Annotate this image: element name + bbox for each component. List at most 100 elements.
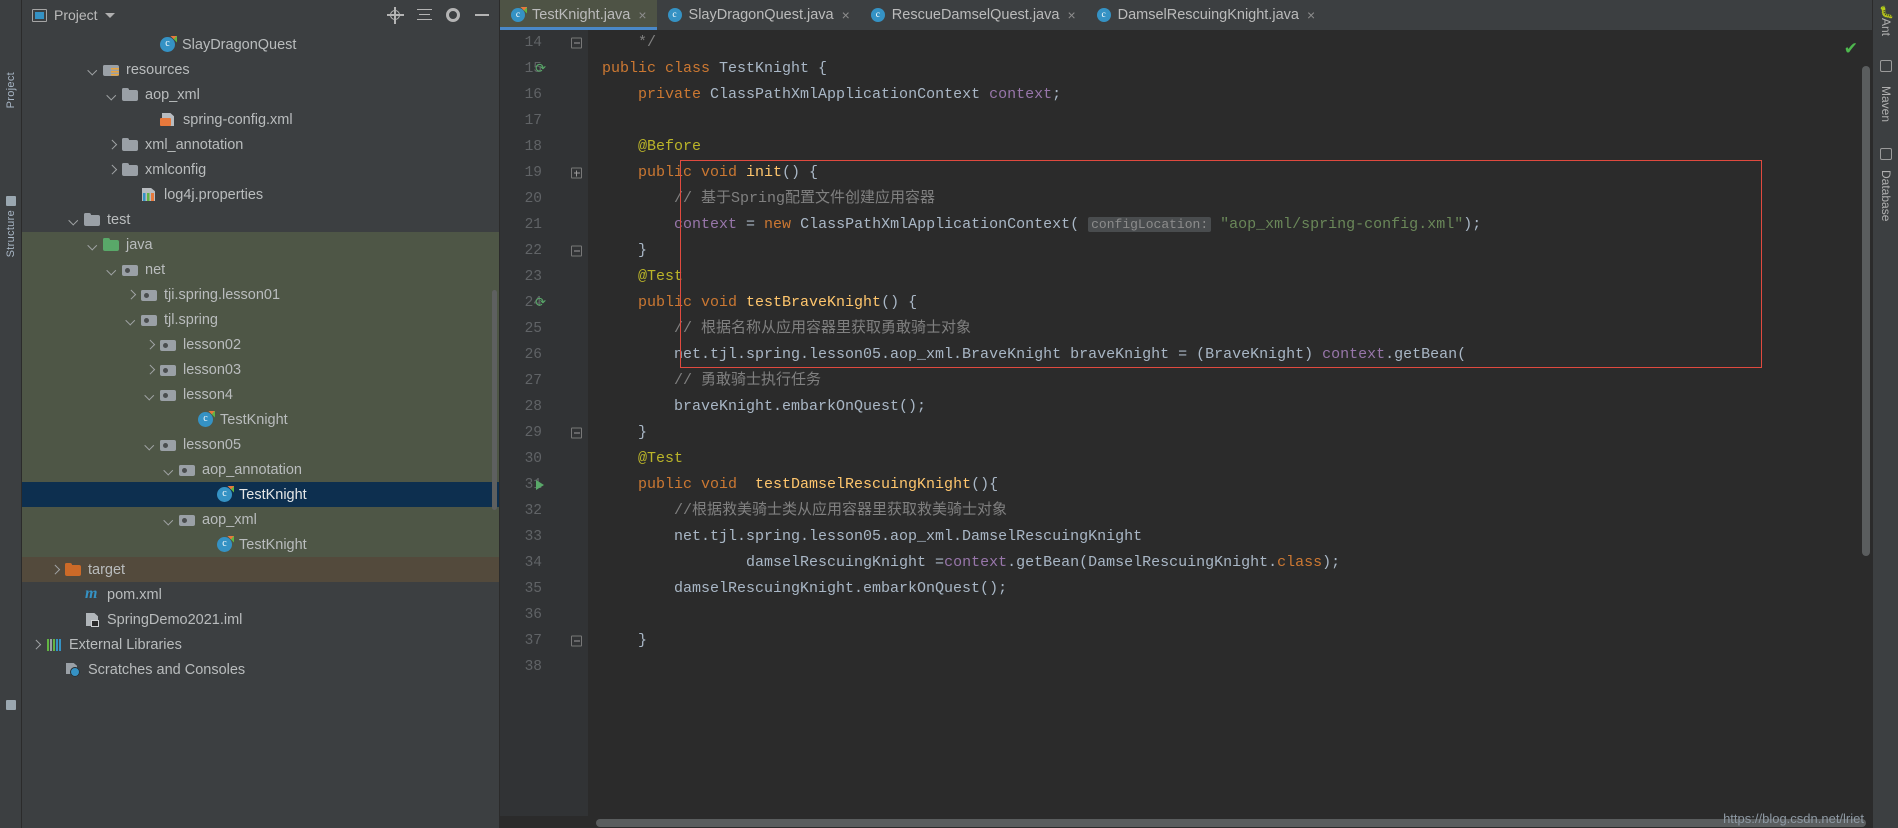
code-line[interactable] <box>588 108 1872 134</box>
run-test-gutter-icon[interactable]: ⟳ <box>535 63 546 76</box>
gutter-line[interactable]: 15 ⟳ <box>500 56 588 82</box>
project-tree-scrollbar[interactable] <box>492 290 497 510</box>
tree-row[interactable]: resources <box>22 57 499 82</box>
chevron-right-icon[interactable] <box>30 639 41 650</box>
code-line[interactable]: public void testBraveKnight() { <box>588 290 1872 316</box>
gutter-line[interactable]: 29 <box>500 420 588 446</box>
tree-row[interactable]: lesson02 <box>22 332 499 357</box>
gutter-line[interactable]: 19 <box>500 160 588 186</box>
gutter-line[interactable]: 24 ⟳ <box>500 290 588 316</box>
gutter-line[interactable]: 16 <box>500 82 588 108</box>
code-line[interactable]: @Test <box>588 446 1872 472</box>
tree-row[interactable]: lesson03 <box>22 357 499 382</box>
tree-row[interactable]: TestKnight <box>22 407 499 432</box>
code-line[interactable]: */ <box>588 30 1872 56</box>
tree-row[interactable]: xml_annotation <box>22 132 499 157</box>
tree-row[interactable]: log4j.properties <box>22 182 499 207</box>
gutter-line[interactable]: 32 <box>500 498 588 524</box>
code-line[interactable]: damselRescuingKnight =context.getBean(Da… <box>588 550 1872 576</box>
code-line[interactable]: damselRescuingKnight.embarkOnQuest(); <box>588 576 1872 602</box>
gutter-line[interactable]: 35 <box>500 576 588 602</box>
project-tree[interactable]: SlayDragonQuest resources aop_xml spring-co… <box>22 30 499 828</box>
fold-collapse-icon[interactable] <box>571 245 582 257</box>
tree-row[interactable]: tji.spring.lesson01 <box>22 282 499 307</box>
code-line[interactable]: // 勇敢骑士执行任务 <box>588 368 1872 394</box>
tree-row[interactable]: External Libraries <box>22 632 499 657</box>
code-line[interactable]: net.tjl.spring.lesson05.aop_xml.BraveKni… <box>588 342 1872 368</box>
code-line[interactable]: // 基于Spring配置文件创建应用容器 <box>588 186 1872 212</box>
tree-row[interactable]: test <box>22 207 499 232</box>
tool-window-button-maven[interactable]: Maven <box>1879 86 1893 122</box>
gutter-line[interactable]: 37 <box>500 628 588 654</box>
chevron-down-icon[interactable] <box>125 314 136 325</box>
fold-collapse-icon[interactable] <box>571 635 582 647</box>
chevron-right-icon[interactable] <box>125 289 136 300</box>
tool-window-button-project[interactable]: Project <box>5 72 17 108</box>
chevron-down-icon[interactable] <box>87 64 98 75</box>
editor-tab[interactable]: SlayDragonQuest.java × <box>657 0 860 30</box>
tree-row[interactable]: lesson4 <box>22 382 499 407</box>
code-line[interactable]: braveKnight.embarkOnQuest(); <box>588 394 1872 420</box>
code-line[interactable]: public void init() { <box>588 160 1872 186</box>
right-tool-strip[interactable]: 🐛 Ant Maven Database <box>1872 0 1898 828</box>
fold-expand-icon[interactable] <box>571 167 582 179</box>
editor-tab[interactable]: TestKnight.java × <box>500 0 657 30</box>
code-content[interactable]: */ public class TestKnight { private Clas… <box>588 30 1872 816</box>
code-line[interactable]: public class TestKnight { <box>588 56 1872 82</box>
close-icon[interactable]: × <box>1067 7 1075 23</box>
gutter-line[interactable]: 22 <box>500 238 588 264</box>
editor-vertical-scrollbar[interactable] <box>1862 66 1870 556</box>
tree-row[interactable]: net <box>22 257 499 282</box>
code-line[interactable]: // 根据名称从应用容器里获取勇敢骑士对象 <box>588 316 1872 342</box>
collapse-all-icon[interactable] <box>413 4 435 26</box>
gutter-line[interactable]: 25 <box>500 316 588 342</box>
run-test-gutter-icon[interactable]: ⟳ <box>535 297 546 310</box>
tree-row[interactable]: lesson05 <box>22 432 499 457</box>
code-line[interactable]: } <box>588 628 1872 654</box>
chevron-down-icon[interactable] <box>144 439 155 450</box>
chevron-right-icon[interactable] <box>144 364 155 375</box>
tree-row[interactable]: Scratches and Consoles <box>22 657 499 682</box>
tree-row[interactable]: spring-config.xml <box>22 107 499 132</box>
code-line[interactable] <box>588 602 1872 628</box>
code-line[interactable]: net.tjl.spring.lesson05.aop_xml.DamselRe… <box>588 524 1872 550</box>
close-icon[interactable]: × <box>842 7 850 23</box>
gutter-line[interactable]: 36 <box>500 602 588 628</box>
fold-collapse-icon[interactable] <box>571 37 582 49</box>
gutter-line[interactable]: 34 <box>500 550 588 576</box>
chevron-down-icon[interactable] <box>106 89 117 100</box>
gutter-line[interactable]: 28 <box>500 394 588 420</box>
chevron-down-icon[interactable] <box>163 464 174 475</box>
chevron-down-icon[interactable] <box>144 389 155 400</box>
fold-collapse-icon[interactable] <box>571 427 582 439</box>
chevron-down-icon[interactable] <box>106 264 117 275</box>
tree-row[interactable]: target <box>22 557 499 582</box>
close-icon[interactable]: × <box>638 7 646 23</box>
chevron-right-icon[interactable] <box>106 139 117 150</box>
maven-tool-icon[interactable] <box>1880 60 1892 72</box>
tree-row[interactable]: aop_xml <box>22 507 499 532</box>
editor-tab[interactable]: DamselRescuingKnight.java × <box>1086 0 1326 30</box>
code-line[interactable] <box>588 654 1872 680</box>
tree-row[interactable]: TestKnight <box>22 482 499 507</box>
gutter-line[interactable]: 17 <box>500 108 588 134</box>
inspection-status-icon[interactable]: ✔ <box>1844 40 1858 57</box>
chevron-down-icon[interactable] <box>68 214 79 225</box>
settings-gear-icon[interactable] <box>442 4 464 26</box>
gutter-line[interactable]: 23 <box>500 264 588 290</box>
code-line[interactable]: context = new ClassPathXmlApplicationCon… <box>588 212 1872 238</box>
left-tool-strip[interactable]: Project Structure <box>0 0 22 828</box>
tool-window-button-structure[interactable]: Structure <box>5 210 17 257</box>
gutter-line[interactable]: 31 <box>500 472 588 498</box>
gutter-line[interactable]: 30 <box>500 446 588 472</box>
code-line[interactable]: private ClassPathXmlApplicationContext c… <box>588 82 1872 108</box>
chevron-right-icon[interactable] <box>144 339 155 350</box>
code-line[interactable]: @Test <box>588 264 1872 290</box>
tree-row[interactable]: pom.xml <box>22 582 499 607</box>
editor-horizontal-scrollbar[interactable] <box>596 819 1866 827</box>
gutter-line[interactable]: 21 <box>500 212 588 238</box>
tool-window-button-database[interactable]: Database <box>1879 170 1893 221</box>
editor-tab-bar[interactable]: TestKnight.java×SlayDragonQuest.java×Res… <box>500 0 1872 30</box>
tree-row[interactable]: java <box>22 232 499 257</box>
tool-window-button-ant[interactable]: Ant <box>1879 18 1893 36</box>
